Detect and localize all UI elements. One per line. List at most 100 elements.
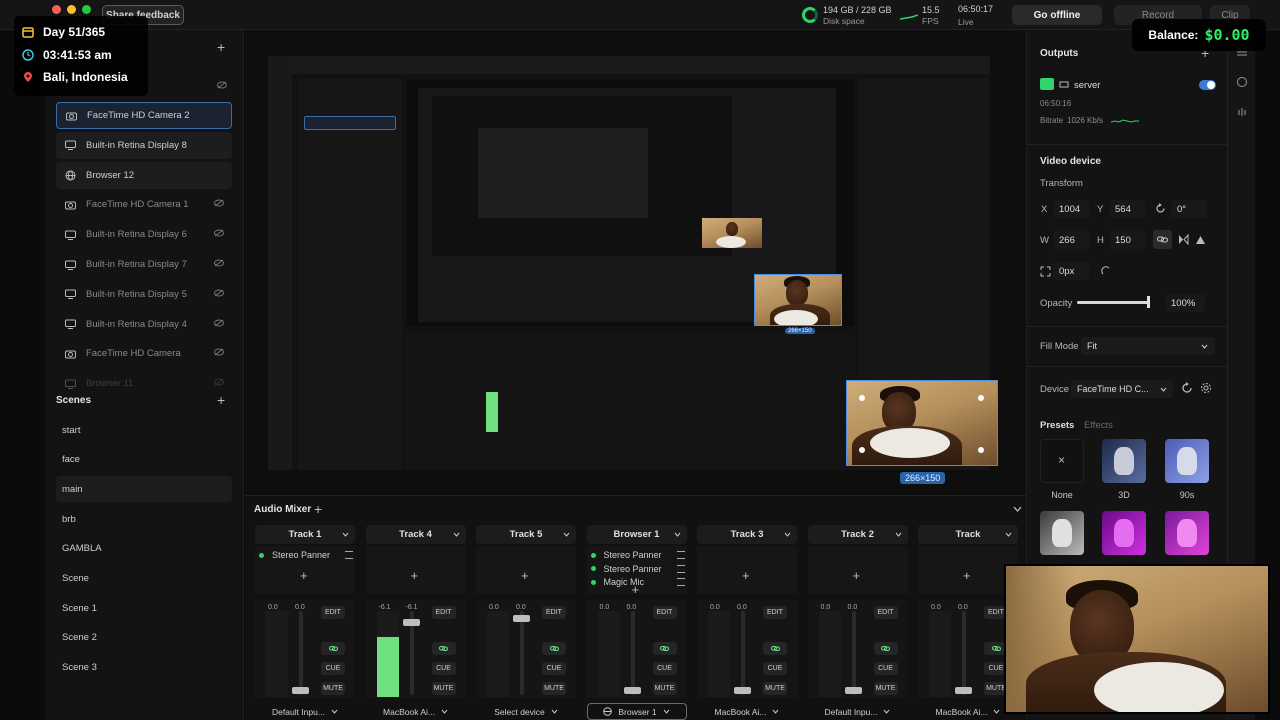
presets-tab[interactable]: Presets	[1040, 420, 1074, 431]
hidden-eye-icon[interactable]	[217, 81, 227, 89]
preset-none[interactable]: ×	[1040, 439, 1084, 483]
minimize-window-button[interactable]	[67, 5, 76, 14]
edit-button[interactable]: EDIT	[763, 606, 787, 619]
chevron-down-icon[interactable]	[563, 532, 570, 537]
scene-item[interactable]: Scene	[56, 566, 232, 592]
server-toggle[interactable]	[1199, 80, 1216, 90]
preset-bw[interactable]	[1040, 511, 1084, 555]
chevron-down-icon[interactable]	[453, 532, 460, 537]
scene-item[interactable]: brb	[56, 506, 232, 532]
hidden-eye-icon[interactable]	[214, 199, 224, 210]
add-effect-icon[interactable]: +	[411, 568, 419, 583]
volume-slider[interactable]	[630, 611, 635, 695]
opacity-slider-handle[interactable]	[1147, 296, 1150, 308]
volume-slider[interactable]	[851, 611, 856, 695]
mute-button[interactable]: MUTE	[542, 682, 566, 695]
layer-item[interactable]: FaceTime HD Camera 1	[56, 191, 232, 218]
maximize-window-button[interactable]	[82, 5, 91, 14]
mute-button[interactable]: MUTE	[763, 682, 787, 695]
effect-item[interactable]: Stereo Panner	[259, 550, 353, 560]
cue-button[interactable]: CUE	[652, 662, 677, 675]
chevron-down-icon[interactable]	[674, 532, 681, 537]
layer-item[interactable]: FaceTime HD Camera	[56, 340, 232, 367]
device-select[interactable]: Default Inpu...	[808, 703, 908, 720]
track-name[interactable]: Browser 1	[586, 525, 687, 544]
preset-purple[interactable]	[1102, 511, 1146, 555]
gear-icon[interactable]	[1200, 382, 1212, 394]
add-effect-icon[interactable]: +	[963, 568, 971, 583]
opacity-value[interactable]: 100%	[1171, 298, 1195, 309]
rotate-icon[interactable]	[1155, 203, 1166, 214]
audio-bars-icon[interactable]	[1236, 106, 1248, 118]
link-button[interactable]	[431, 642, 456, 655]
hidden-eye-icon[interactable]	[214, 348, 224, 359]
layer-item[interactable]: Built-in Retina Display 7	[56, 251, 232, 278]
edit-button[interactable]: EDIT	[321, 606, 345, 619]
mute-button[interactable]: MUTE	[431, 682, 456, 695]
aspect-lock-button[interactable]	[1153, 230, 1172, 249]
add-effect-icon[interactable]: +	[742, 568, 750, 583]
mute-button[interactable]: MUTE	[321, 682, 345, 695]
effect-settings-icon[interactable]	[345, 551, 353, 559]
effect-item[interactable]: Stereo Panner	[590, 550, 685, 560]
rotation-value[interactable]: 0°	[1177, 204, 1186, 215]
volume-slider[interactable]	[520, 611, 524, 695]
effect-settings-icon[interactable]	[676, 564, 685, 573]
track-name[interactable]: Track 1	[255, 525, 355, 544]
edit-button[interactable]: EDIT	[652, 606, 677, 619]
device-select[interactable]: Default Inpu...	[255, 703, 355, 720]
chevron-down-icon[interactable]	[1013, 506, 1022, 512]
add-scene-icon[interactable]: +	[217, 393, 225, 407]
link-button[interactable]	[542, 642, 566, 655]
scene-item[interactable]: Scene 1	[56, 595, 232, 621]
link-button[interactable]	[873, 642, 898, 655]
edit-button[interactable]: EDIT	[873, 606, 898, 619]
cue-button[interactable]: CUE	[873, 662, 898, 675]
link-button[interactable]	[763, 642, 787, 655]
scene-item[interactable]: Scene 2	[56, 625, 232, 651]
edit-button[interactable]: EDIT	[431, 606, 456, 619]
fill-mode-dropdown[interactable]: Fit	[1081, 337, 1215, 355]
volume-slider[interactable]	[741, 611, 745, 695]
effects-tab[interactable]: Effects	[1084, 420, 1113, 431]
effect-settings-icon[interactable]	[676, 578, 685, 586]
add-effect-icon[interactable]: +	[853, 568, 861, 583]
chevron-down-icon[interactable]	[1005, 532, 1012, 537]
track-name[interactable]: Track	[918, 525, 1018, 544]
hidden-eye-icon[interactable]	[214, 319, 224, 330]
device-select[interactable]: MacBook Ai...	[366, 703, 466, 720]
hidden-eye-icon[interactable]	[214, 289, 224, 300]
track-name[interactable]: Track 3	[697, 525, 797, 544]
track-name[interactable]: Track 5	[476, 525, 576, 544]
volume-slider-knob[interactable]	[955, 687, 972, 694]
radius-value[interactable]: 0px	[1059, 266, 1074, 277]
track-name[interactable]: Track 4	[365, 525, 466, 544]
mute-button[interactable]: MUTE	[652, 682, 677, 695]
layer-item[interactable]: FaceTime HD Camera 2	[56, 102, 232, 129]
cue-button[interactable]: CUE	[542, 662, 566, 675]
volume-slider-knob[interactable]	[402, 619, 420, 626]
cue-button[interactable]: CUE	[321, 662, 345, 675]
volume-slider-knob[interactable]	[623, 687, 641, 694]
mute-button[interactable]: MUTE	[873, 682, 898, 695]
hidden-eye-icon[interactable]	[214, 378, 224, 389]
resize-handle-br[interactable]	[978, 447, 984, 453]
add-effect-icon[interactable]: +	[521, 568, 529, 583]
chevron-down-icon[interactable]	[895, 532, 902, 537]
resize-handle-bl[interactable]	[859, 447, 865, 453]
refresh-icon[interactable]	[1181, 382, 1193, 394]
cue-button[interactable]: CUE	[431, 662, 456, 675]
scene-item[interactable]: start	[56, 417, 232, 443]
effect-item[interactable]: Stereo Panner	[590, 564, 685, 574]
hidden-eye-icon[interactable]	[214, 229, 224, 240]
go-offline-button[interactable]: Go offline	[1012, 5, 1102, 25]
effect-settings-icon[interactable]	[676, 551, 685, 559]
flip-vertical-icon[interactable]	[1195, 234, 1206, 245]
volume-slider[interactable]	[962, 611, 966, 695]
volume-slider-knob[interactable]	[292, 687, 309, 694]
resize-handle-tl[interactable]	[859, 395, 865, 401]
w-value[interactable]: 266	[1059, 235, 1075, 246]
preset-pink[interactable]	[1165, 511, 1209, 555]
chevron-down-icon[interactable]	[784, 532, 791, 537]
add-effect-icon[interactable]: +	[632, 582, 640, 597]
